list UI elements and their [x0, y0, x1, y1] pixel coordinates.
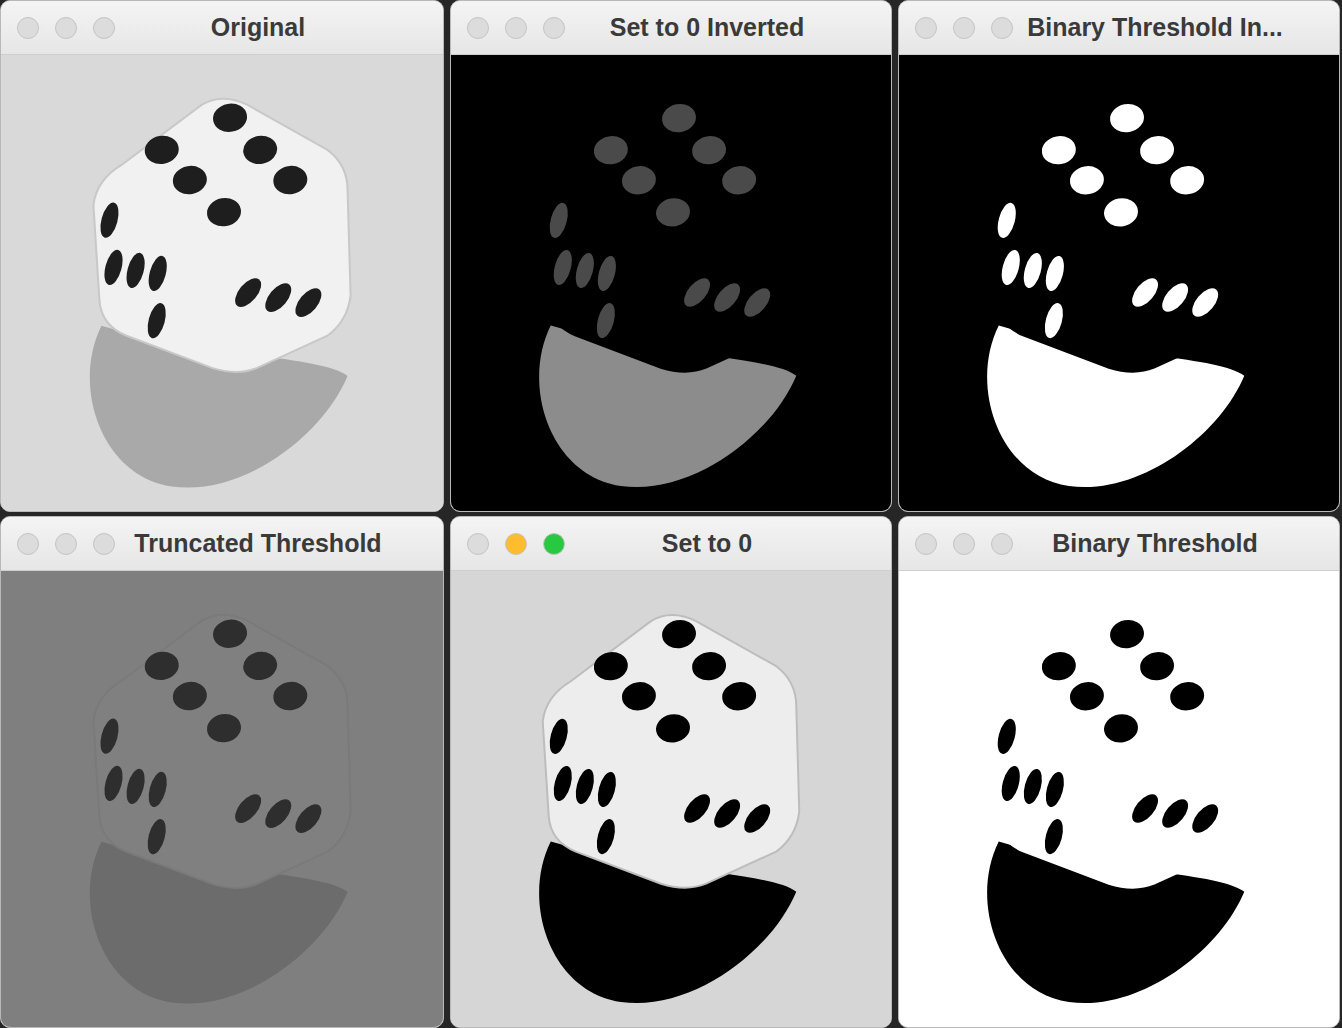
image-canvas — [1, 571, 443, 1027]
image-canvas — [451, 55, 891, 511]
image-window[interactable]: Binary Threshold In... — [898, 0, 1340, 512]
title-bar[interactable]: Set to 0 Inverted — [451, 1, 891, 55]
image-canvas — [451, 571, 891, 1027]
minimize-button[interactable] — [55, 17, 77, 39]
window-title: Original — [127, 13, 429, 42]
zoom-button[interactable] — [93, 17, 115, 39]
window-title: Set to 0 Inverted — [577, 13, 877, 42]
window-title: Truncated Threshold — [127, 529, 429, 558]
window-title: Binary Threshold — [1025, 529, 1325, 558]
window-title: Set to 0 — [577, 529, 877, 558]
image-canvas — [899, 571, 1339, 1027]
window-controls — [915, 533, 1013, 555]
image-window[interactable]: Set to 0 — [450, 516, 892, 1028]
window-title: Binary Threshold In... — [1025, 13, 1325, 42]
image-window[interactable]: Truncated Threshold — [0, 516, 444, 1028]
close-button[interactable] — [17, 533, 39, 555]
window-controls — [915, 17, 1013, 39]
window-controls — [467, 533, 565, 555]
image-window[interactable]: Set to 0 Inverted — [450, 0, 892, 512]
close-button[interactable] — [467, 17, 489, 39]
title-bar[interactable]: Truncated Threshold — [1, 517, 443, 571]
title-bar[interactable]: Binary Threshold In... — [899, 1, 1339, 55]
close-button[interactable] — [467, 533, 489, 555]
title-bar[interactable]: Binary Threshold — [899, 517, 1339, 571]
image-canvas — [1, 55, 443, 511]
window-controls — [467, 17, 565, 39]
minimize-button[interactable] — [953, 17, 975, 39]
dice-image — [899, 55, 1339, 511]
minimize-button[interactable] — [55, 533, 77, 555]
zoom-button[interactable] — [543, 17, 565, 39]
minimize-button[interactable] — [953, 533, 975, 555]
desktop: Original Set to 0 Inverted Binary Threshol… — [0, 0, 1342, 1028]
dice-image — [451, 55, 891, 511]
close-button[interactable] — [915, 17, 937, 39]
close-button[interactable] — [17, 17, 39, 39]
minimize-button[interactable] — [505, 17, 527, 39]
window-controls — [17, 17, 115, 39]
zoom-button[interactable] — [93, 533, 115, 555]
window-controls — [17, 533, 115, 555]
image-window[interactable]: Original — [0, 0, 444, 512]
zoom-button[interactable] — [543, 533, 565, 555]
dice-image — [1, 55, 443, 511]
image-window[interactable]: Binary Threshold — [898, 516, 1340, 1028]
dice-image — [899, 571, 1339, 1027]
image-canvas — [899, 55, 1339, 511]
zoom-button[interactable] — [991, 533, 1013, 555]
close-button[interactable] — [915, 533, 937, 555]
title-bar[interactable]: Original — [1, 1, 443, 55]
minimize-button[interactable] — [505, 533, 527, 555]
dice-image — [451, 571, 891, 1027]
zoom-button[interactable] — [991, 17, 1013, 39]
dice-image — [1, 571, 443, 1027]
title-bar[interactable]: Set to 0 — [451, 517, 891, 571]
